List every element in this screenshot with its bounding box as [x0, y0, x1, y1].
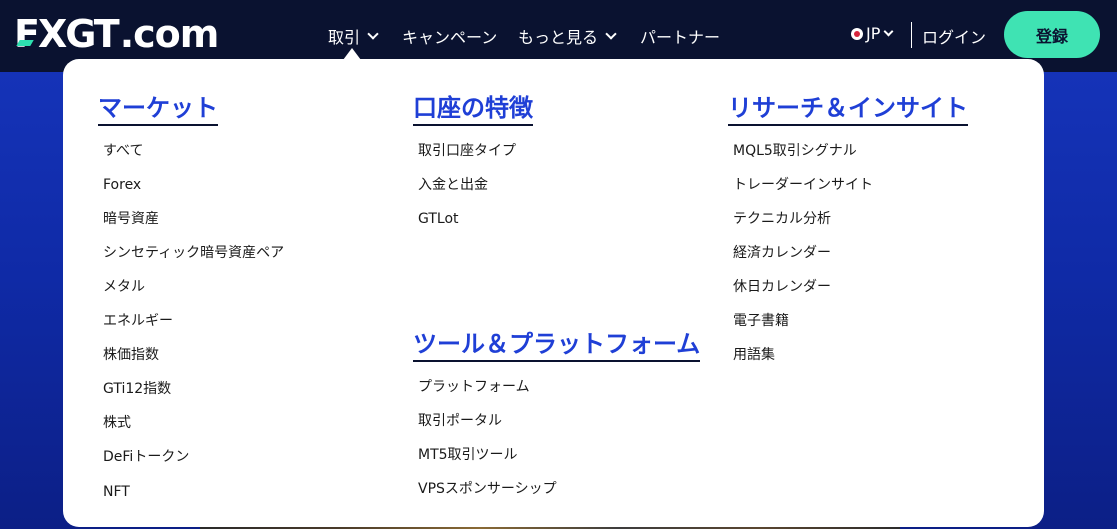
accounts-heading: 口座の特徴 — [413, 93, 533, 126]
research-link-mql5[interactable]: MQL5取引シグナル — [733, 142, 857, 160]
research-link-holiday-calendar[interactable]: 休日カレンダー — [733, 278, 831, 296]
markets-link-stocks[interactable]: 株式 — [103, 414, 131, 432]
chevron-down-icon — [883, 26, 894, 37]
markets-link-indices[interactable]: 株価指数 — [103, 346, 159, 364]
markets-link-all[interactable]: すべて — [103, 142, 143, 160]
nav-partner-label: パートナー — [640, 28, 721, 47]
nav-trading-label: 取引 — [328, 28, 361, 47]
nav-more[interactable]: もっと見る — [518, 24, 617, 48]
markets-link-synthetic-crypto[interactable]: シンセティック暗号資産ペア — [103, 244, 284, 262]
tools-link-platforms[interactable]: プラットフォーム — [418, 378, 530, 396]
markets-heading: マーケット — [98, 93, 218, 126]
research-link-glossary[interactable]: 用語集 — [733, 346, 775, 364]
nav-campaign[interactable]: キャンペーン — [402, 24, 497, 48]
tools-link-portal[interactable]: 取引ポータル — [418, 412, 502, 430]
nav-more-label: もっと見る — [518, 28, 599, 47]
fxgt-logo[interactable]: FXGT .com — [14, 12, 220, 56]
logo-wordmark: FXGT — [14, 12, 120, 56]
nav-campaign-label: キャンペーン — [402, 28, 498, 47]
markets-link-forex[interactable]: Forex — [103, 176, 141, 194]
language-label: JP — [866, 24, 881, 43]
tools-link-mt5[interactable]: MT5取引ツール — [418, 446, 518, 464]
tools-heading: ツール＆プラットフォーム — [413, 329, 701, 362]
research-link-ebooks[interactable]: 電子書籍 — [733, 312, 789, 330]
accounts-link-deposit[interactable]: 入金と出金 — [418, 176, 488, 194]
logo-domain: .com — [119, 12, 220, 56]
chevron-down-icon — [367, 28, 379, 40]
markets-link-energy[interactable]: エネルギー — [103, 312, 173, 330]
research-heading: リサーチ＆インサイト — [728, 93, 968, 126]
trading-mega-menu: マーケット すべて Forex 暗号資産 シンセティック暗号資産ペア メタル エ… — [63, 59, 1044, 527]
nav-divider — [911, 22, 912, 48]
research-link-economic-calendar[interactable]: 経済カレンダー — [733, 244, 831, 262]
tools-link-vps[interactable]: VPSスポンサーシップ — [418, 480, 557, 498]
nav-partner[interactable]: パートナー — [640, 24, 720, 48]
markets-link-nft[interactable]: NFT — [103, 483, 130, 501]
accounts-link-types[interactable]: 取引口座タイプ — [418, 142, 516, 160]
register-label: 登録 — [1035, 26, 1068, 46]
register-button[interactable]: 登録 — [1004, 11, 1100, 58]
markets-link-defi[interactable]: DeFiトークン — [103, 448, 189, 466]
research-link-insights[interactable]: トレーダーインサイト — [733, 176, 873, 194]
research-link-technical[interactable]: テクニカル分析 — [733, 210, 831, 228]
markets-link-metals[interactable]: メタル — [103, 278, 145, 296]
login-link[interactable]: ログイン — [922, 24, 986, 48]
markets-link-crypto[interactable]: 暗号資産 — [103, 210, 159, 228]
japan-flag-icon — [851, 27, 863, 40]
accounts-link-gtlot[interactable]: GTLot — [418, 210, 459, 228]
nav-trading[interactable]: 取引 — [328, 24, 379, 48]
markets-link-gti12[interactable]: GTi12指数 — [103, 380, 171, 398]
login-label: ログイン — [922, 28, 987, 47]
language-selector[interactable]: JP — [851, 24, 894, 43]
chevron-down-icon — [605, 28, 617, 40]
